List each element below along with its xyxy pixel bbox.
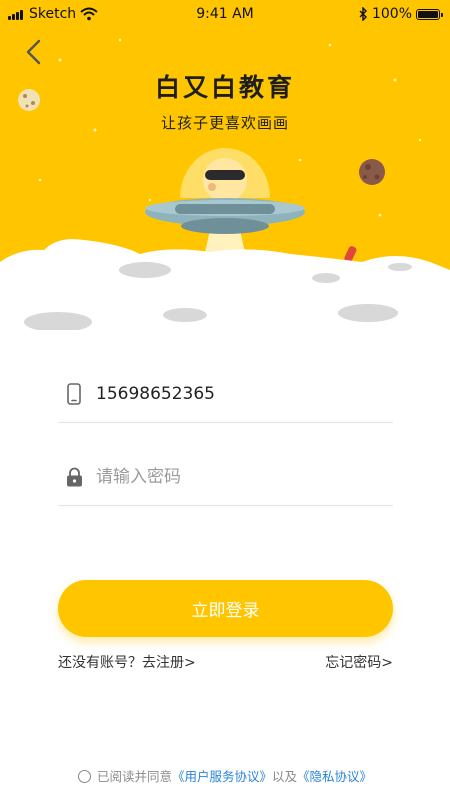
agreement-row: 已阅读并同意《用户服务协议》以及《隐私协议》: [0, 766, 450, 785]
chevron-left-icon: [26, 39, 41, 65]
password-field: [58, 448, 393, 506]
brand-subtitle: 让孩子更喜欢画画: [160, 114, 289, 132]
forgot-password-link[interactable]: 忘记密码>: [325, 652, 393, 672]
password-input[interactable]: [96, 466, 393, 487]
register-link[interactable]: 还没有账号？去注册>: [58, 652, 196, 672]
wifi-icon: [80, 7, 98, 21]
brand-block: 白又白教育 让孩子更喜欢画画: [0, 68, 450, 133]
terms-link[interactable]: 《用户服务协议》: [172, 769, 272, 784]
phone-field: [58, 365, 393, 423]
signal-icon: [8, 9, 23, 20]
back-button[interactable]: [22, 38, 46, 66]
brand-title: 白又白教育: [154, 73, 295, 102]
hero-illustration: [0, 0, 450, 330]
rock-planet: [359, 159, 385, 185]
bluetooth-icon: [359, 7, 367, 21]
carrier-label: Sketch: [29, 6, 77, 22]
agreement-prefix: 已阅读并同意: [96, 769, 172, 784]
phone-input[interactable]: [96, 383, 393, 404]
phone-icon: [58, 382, 90, 405]
agreement-connector: 以及: [272, 769, 298, 784]
lock-icon: [58, 467, 90, 487]
status-right: 100%: [358, 6, 450, 22]
privacy-link[interactable]: 《隐私协议》: [297, 769, 372, 784]
battery-icon: [416, 8, 443, 20]
battery-percent: 100%: [371, 6, 412, 22]
auth-links: 还没有账号？去注册> 忘记密码>: [58, 652, 393, 672]
status-bar: Sketch 9:41 AM 100%: [0, 0, 450, 28]
status-left: Sketch: [0, 6, 98, 22]
agree-radio[interactable]: [77, 770, 91, 783]
login-button[interactable]: 立即登录: [58, 580, 393, 637]
